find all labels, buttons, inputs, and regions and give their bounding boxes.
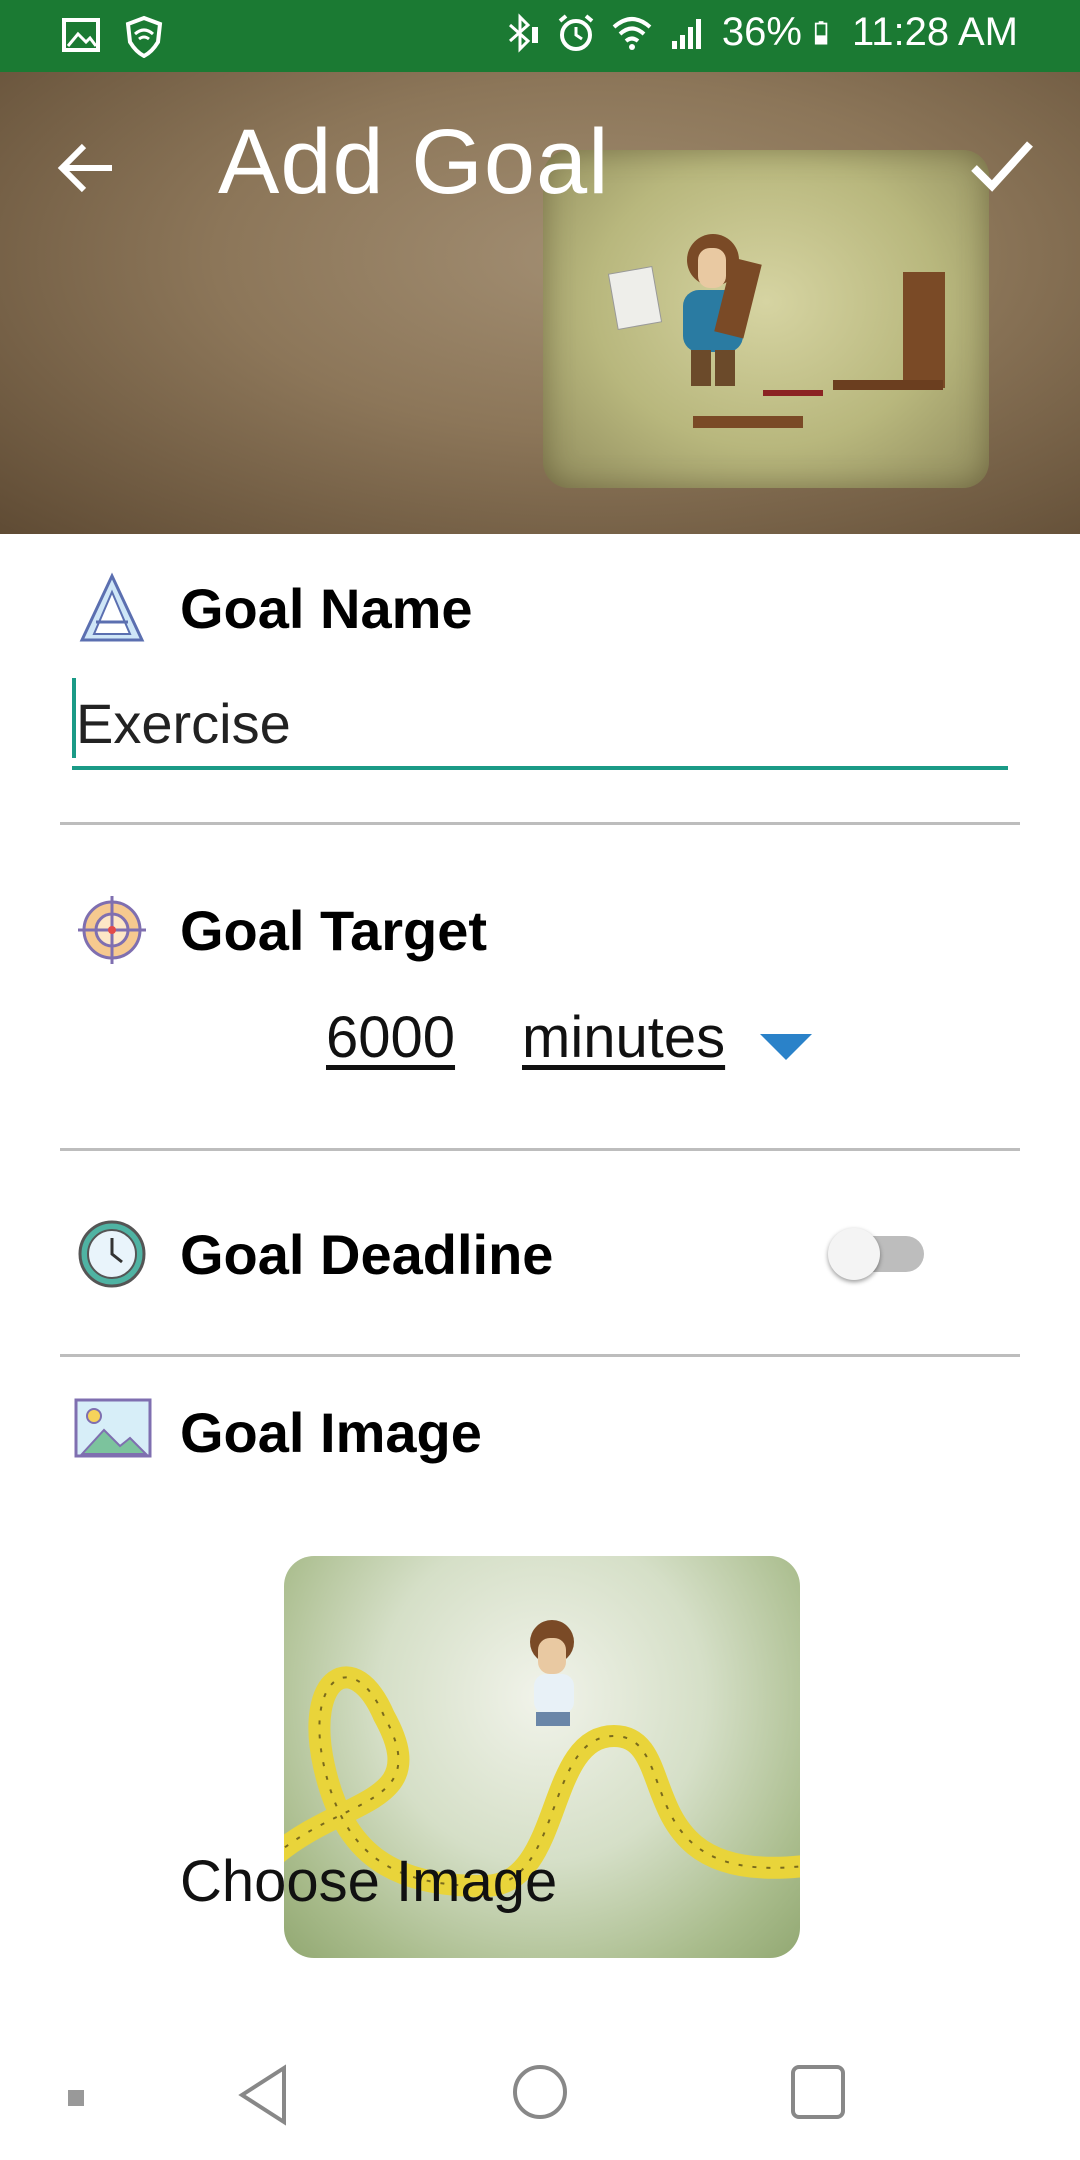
goal-image-label: Goal Image	[180, 1401, 482, 1464]
divider	[60, 1354, 1020, 1357]
goal-name-icon	[79, 572, 145, 642]
deadline-toggle[interactable]	[828, 1228, 928, 1280]
dropdown-arrow-icon[interactable]	[760, 1034, 812, 1060]
shield-wifi-icon	[125, 15, 163, 58]
square-recents-icon[interactable]	[788, 2062, 848, 2122]
check-icon[interactable]	[966, 130, 1038, 202]
goal-header-image	[543, 150, 989, 488]
notification-dot-icon	[68, 2090, 84, 2106]
header-banner: Add Goal	[0, 72, 1080, 534]
divider	[60, 822, 1020, 825]
target-icon	[78, 896, 146, 964]
divider	[60, 1148, 1020, 1151]
circle-home-icon[interactable]	[510, 2062, 570, 2122]
clock-time: 11:28 AM	[851, 10, 1018, 54]
wifi-icon	[612, 16, 652, 50]
battery-percent: 36%	[721, 10, 802, 54]
builder-illustration	[607, 234, 945, 428]
image-icon	[74, 1398, 152, 1458]
triangle-back-icon[interactable]	[234, 2060, 294, 2130]
alarm-icon	[558, 13, 594, 51]
back-arrow-icon[interactable]	[52, 132, 124, 204]
goal-name-input[interactable]	[72, 680, 1008, 770]
toggle-knob	[828, 1228, 880, 1280]
goal-target-label: Goal Target	[180, 899, 488, 962]
text-cursor	[72, 678, 76, 758]
status-bar: 36% 11:28 AM	[0, 0, 1080, 72]
page-title: Add Goal	[218, 111, 610, 213]
gallery-icon	[62, 18, 100, 52]
goal-name-label: Goal Name	[180, 577, 473, 640]
clock-icon	[78, 1220, 146, 1288]
navigation-bar	[0, 2040, 1080, 2160]
signal-icon	[671, 18, 701, 49]
bluetooth-icon	[508, 12, 538, 53]
unit-dropdown[interactable]: minutes	[522, 1004, 725, 1071]
choose-image-button[interactable]: Choose Image	[180, 1848, 557, 1915]
target-amount-field[interactable]: 6000	[326, 1004, 455, 1071]
battery-icon	[814, 20, 828, 45]
goal-deadline-label: Goal Deadline	[180, 1223, 554, 1286]
